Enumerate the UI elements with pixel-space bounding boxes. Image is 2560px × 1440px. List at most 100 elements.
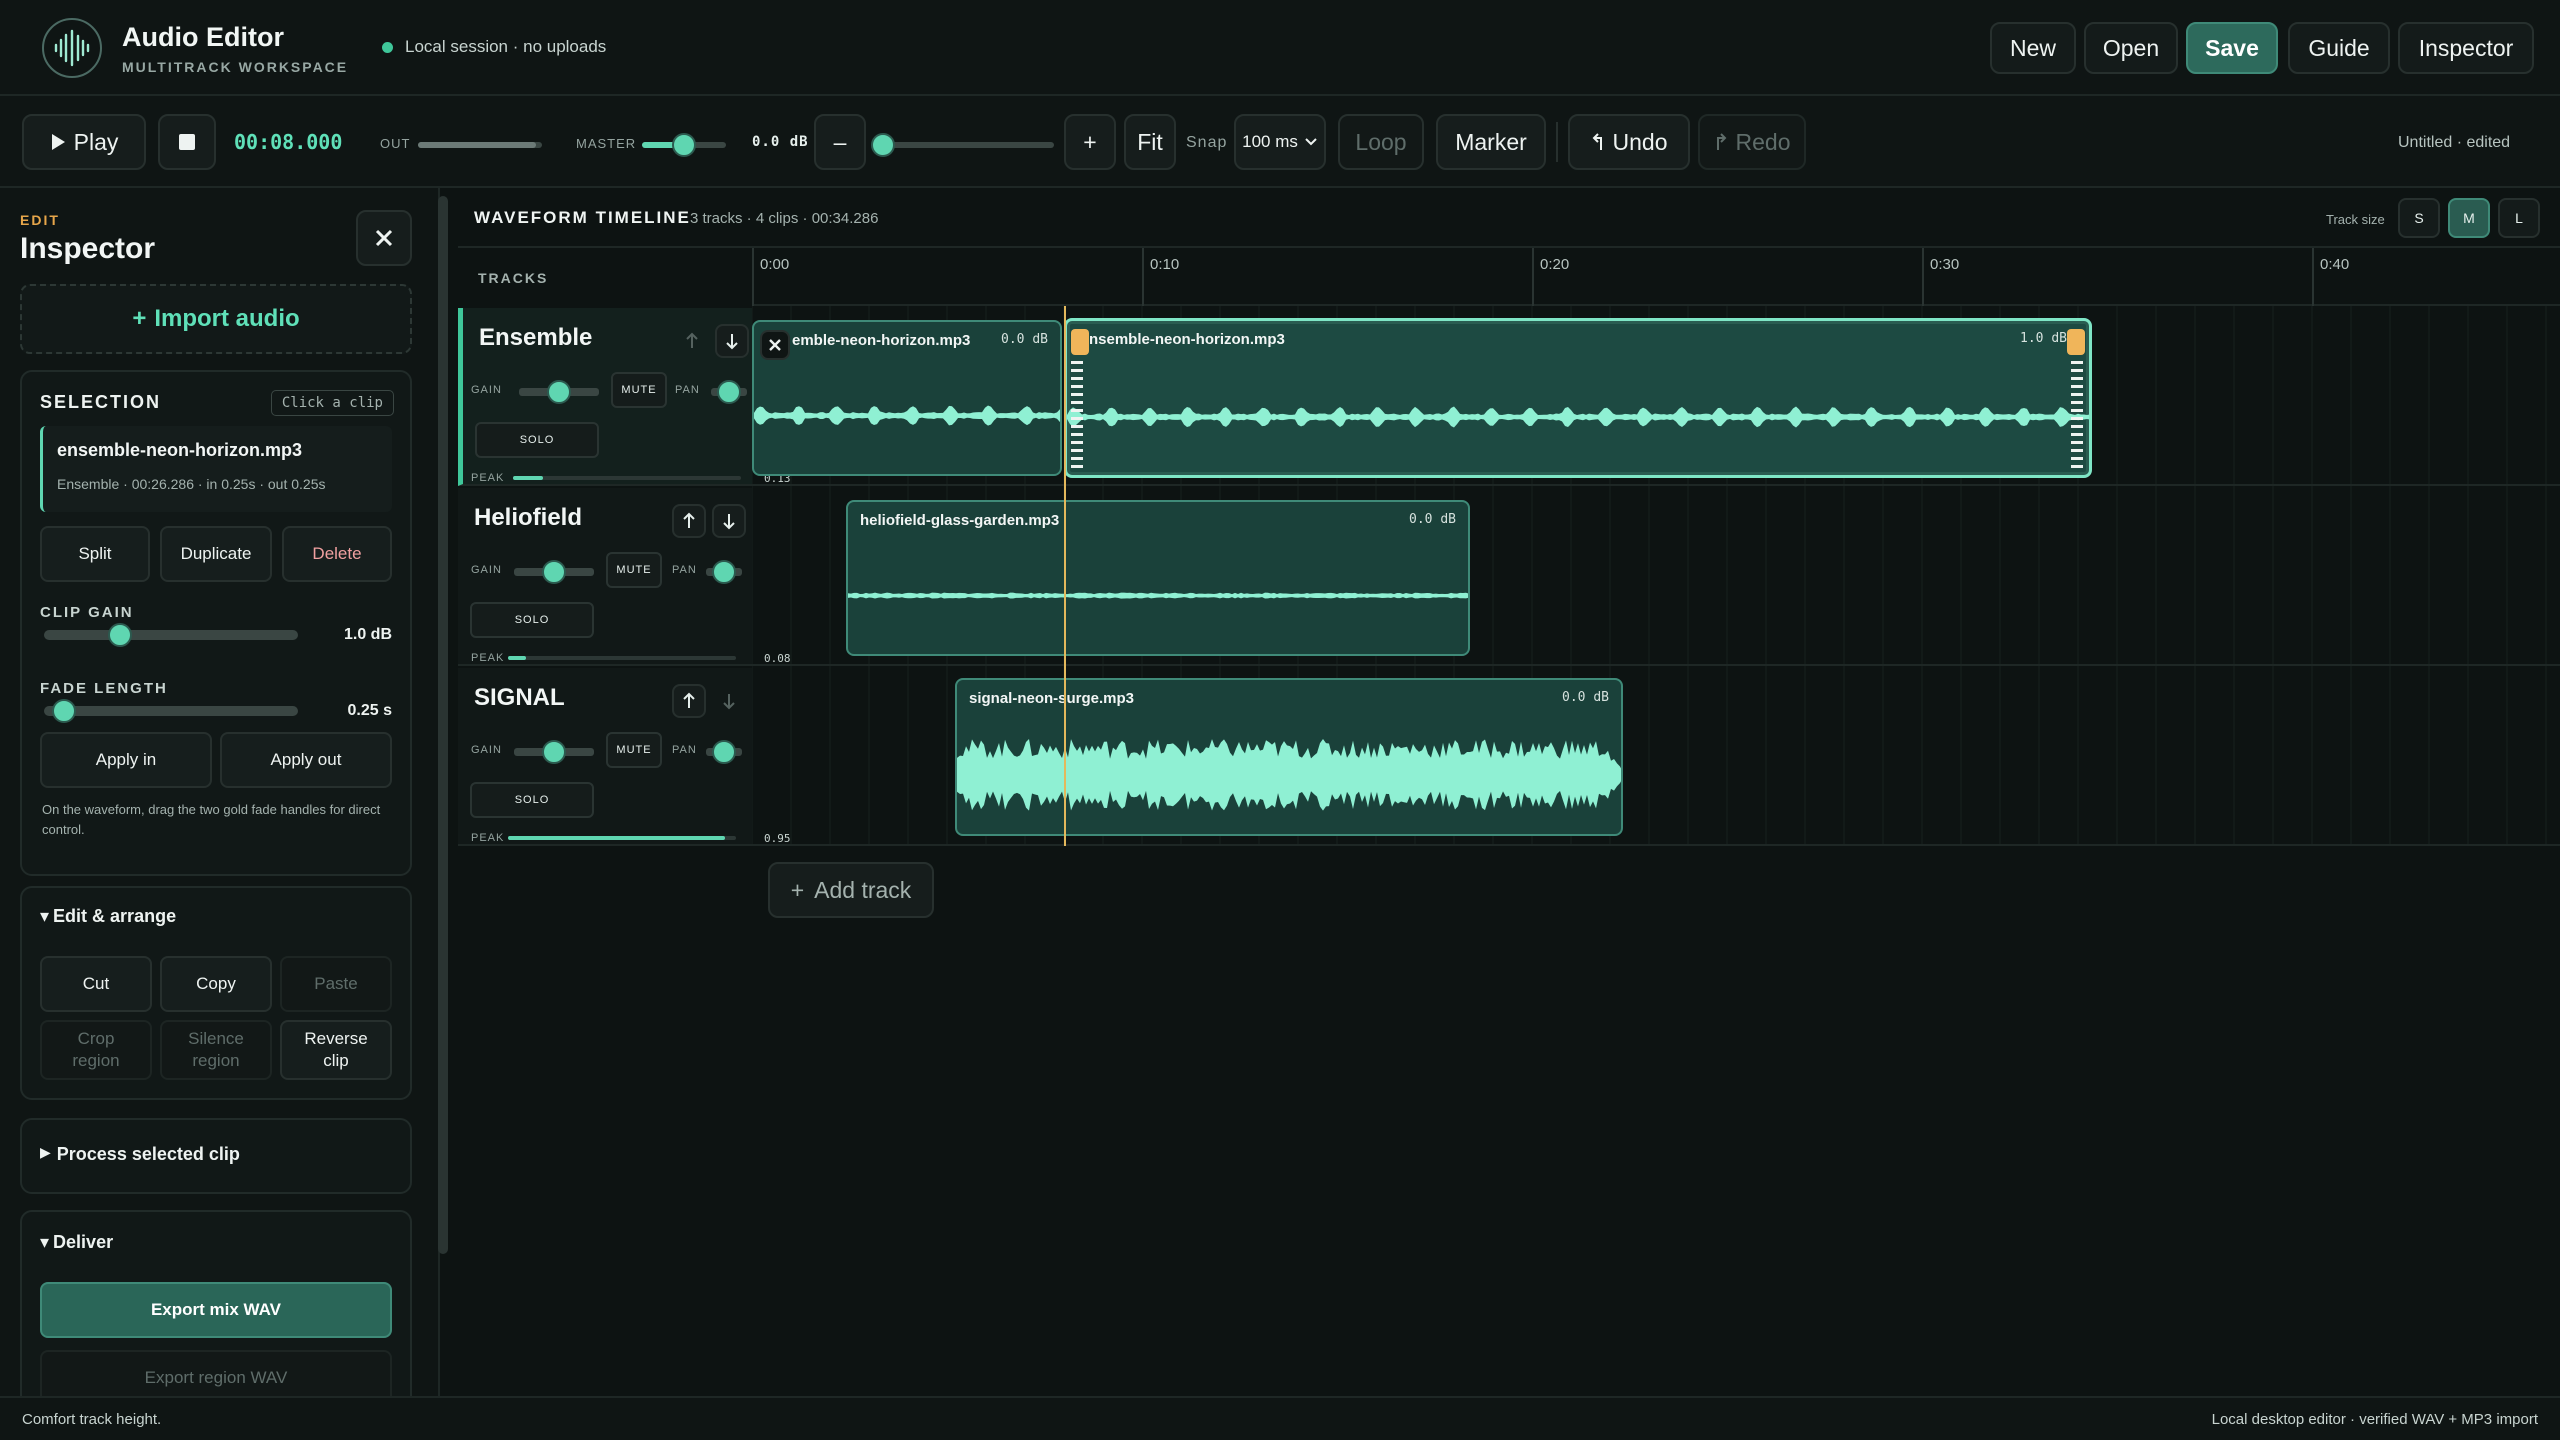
reverse-clip-button[interactable]: Reverse clip	[280, 1020, 392, 1080]
master-volume-knob[interactable]	[672, 133, 696, 157]
move-up-button[interactable]	[675, 324, 709, 358]
mute-button[interactable]: MUTE	[611, 372, 667, 408]
gain-knob[interactable]	[542, 560, 566, 584]
delete-button[interactable]: Delete	[282, 526, 392, 582]
ruler-tick	[752, 248, 754, 306]
selection-hint: Click a clip	[270, 390, 394, 416]
clip-signal[interactable]: signal-neon-surge.mp3 0.0 dB	[955, 678, 1623, 836]
undo-button[interactable]: Undo	[1568, 114, 1690, 170]
move-up-button[interactable]	[672, 504, 706, 538]
gain-knob[interactable]	[547, 380, 571, 404]
copy-button[interactable]: Copy	[160, 956, 272, 1012]
track-size-l-button[interactable]: L	[2498, 198, 2540, 238]
pan-knob[interactable]	[717, 380, 741, 404]
fade-out-handle[interactable]	[2067, 329, 2085, 355]
fade-in-handle[interactable]	[1071, 329, 1089, 355]
process-header[interactable]: ▶ Process selected clip	[40, 1144, 240, 1165]
solo-button[interactable]: SOLO	[470, 782, 594, 818]
fit-button[interactable]: Fit	[1124, 114, 1176, 170]
solo-button[interactable]: SOLO	[470, 602, 594, 638]
out-label: OUT	[380, 136, 411, 151]
caret-down-icon: ▾	[40, 1232, 50, 1252]
track-size-m-button[interactable]: M	[2448, 198, 2490, 238]
track-ensemble-controls: Ensemble GAIN MUTE PAN SOLO PEAK	[458, 308, 752, 486]
move-down-button[interactable]	[712, 504, 746, 538]
selection-card: SELECTION Click a clip ensemble-neon-hor…	[20, 370, 412, 876]
peak-label: PEAK	[471, 652, 505, 664]
apply-fade-in-button[interactable]: Apply in	[40, 732, 212, 788]
zoom-knob[interactable]	[871, 133, 896, 157]
import-audio-button[interactable]: + Import audio	[20, 284, 412, 354]
loop-button[interactable]: Loop	[1338, 114, 1424, 170]
gain-knob[interactable]	[542, 740, 566, 764]
export-mix-button[interactable]: Export mix WAV	[40, 1282, 392, 1338]
deliver-header[interactable]: ▾ Deliver	[40, 1232, 113, 1253]
solo-button[interactable]: SOLO	[475, 422, 599, 458]
apply-fade-out-button[interactable]: Apply out	[220, 732, 392, 788]
clip-ensemble-a[interactable]: emble-neon-horizon.mp3 0.0 dB	[752, 320, 1062, 476]
time-ruler[interactable]: 0:00 0:10 0:20 0:30 0:40	[752, 248, 2560, 306]
save-button[interactable]: Save	[2186, 22, 2278, 74]
undo-label: Undo	[1612, 128, 1668, 155]
play-button[interactable]: Play	[22, 114, 146, 170]
clip-heliofield[interactable]: heliofield-glass-garden.mp3 0.0 dB	[846, 500, 1470, 656]
pan-knob[interactable]	[712, 740, 736, 764]
export-region-button[interactable]: Export region WAV	[40, 1350, 392, 1396]
new-button[interactable]: New	[1990, 22, 2076, 74]
redo-label: Redo	[1735, 128, 1791, 155]
move-down-button[interactable]	[712, 684, 746, 718]
zoom-out-button[interactable]: –	[814, 114, 866, 170]
peak-meter	[508, 656, 736, 660]
sidebar-scrollbar[interactable]	[438, 196, 448, 1254]
move-down-button[interactable]	[715, 324, 749, 358]
snap-select[interactable]: 100 ms	[1234, 114, 1326, 170]
add-track-button[interactable]: + Add track	[768, 862, 934, 918]
zoom-in-button[interactable]: +	[1064, 114, 1116, 170]
fade-length-knob[interactable]	[52, 699, 77, 723]
clip-ensemble-b-selected[interactable]: nsemble-neon-horizon.mp3 1.0 dB	[1064, 318, 2092, 478]
clip-name: nsemble-neon-horizon.mp3	[1089, 331, 1285, 348]
caret-down-icon: ▾	[40, 906, 50, 926]
mute-button[interactable]: MUTE	[606, 732, 662, 768]
inspector-panel: EDIT Inspector + Import audio SELECTION …	[0, 188, 440, 1396]
redo-button[interactable]: Redo	[1698, 114, 1806, 170]
close-inspector-button[interactable]	[356, 210, 412, 266]
split-button[interactable]: Split	[40, 526, 150, 582]
track-lane-signal[interactable]: 0.95 signal-neon-surge.mp3 0.0 dB	[752, 668, 2560, 846]
open-button[interactable]: Open	[2084, 22, 2178, 74]
move-up-button[interactable]	[672, 684, 706, 718]
selected-clip-meta: Ensemble · 00:26.286 · in 0.25s · out 0.…	[57, 476, 326, 492]
snap-value: 100 ms	[1242, 132, 1298, 151]
undo-icon	[1592, 133, 1602, 150]
duplicate-button[interactable]: Duplicate	[160, 526, 272, 582]
track-lane-heliofield[interactable]: 0.08 heliofield-glass-garden.mp3 0.0 dB	[752, 488, 2560, 666]
stop-button[interactable]	[158, 114, 216, 170]
master-db-readout: 0.0 dB	[752, 134, 809, 150]
remove-clip-button[interactable]	[760, 330, 790, 360]
guide-button[interactable]: Guide	[2288, 22, 2390, 74]
ruler-label: 0:20	[1540, 256, 1570, 273]
track-size-s-button[interactable]: S	[2398, 198, 2440, 238]
add-track-label: Add track	[814, 876, 912, 903]
marker-button[interactable]: Marker	[1436, 114, 1546, 170]
paste-button[interactable]: Paste	[280, 956, 392, 1012]
inspector-toggle-button[interactable]: Inspector	[2398, 22, 2534, 74]
cut-button[interactable]: Cut	[40, 956, 152, 1012]
mute-button[interactable]: MUTE	[606, 552, 662, 588]
silence-region-button[interactable]: Silence region	[160, 1020, 272, 1080]
waveform-shape	[957, 738, 1621, 811]
track-lane-ensemble[interactable]: 0.13 emble-neon-horizon.mp3 0.0 dB nsemb…	[752, 308, 2560, 486]
fade-help-text: On the waveform, drag the two gold fade …	[42, 802, 381, 837]
ruler-label: 0:00	[760, 256, 790, 273]
crop-region-button[interactable]: Crop region	[40, 1020, 152, 1080]
edit-arrange-header[interactable]: ▾ Edit & arrange	[40, 906, 176, 927]
playhead[interactable]	[1064, 306, 1066, 846]
play-label: Play	[73, 128, 119, 155]
clip-gain-knob[interactable]	[108, 623, 133, 647]
gain-label: GAIN	[471, 384, 502, 396]
pan-knob[interactable]	[712, 560, 736, 584]
fade-out-ramp	[2071, 361, 2083, 468]
waveform-shape	[848, 592, 1468, 599]
ruler-label: 0:10	[1150, 256, 1180, 273]
waveform-logo-icon	[42, 18, 102, 78]
